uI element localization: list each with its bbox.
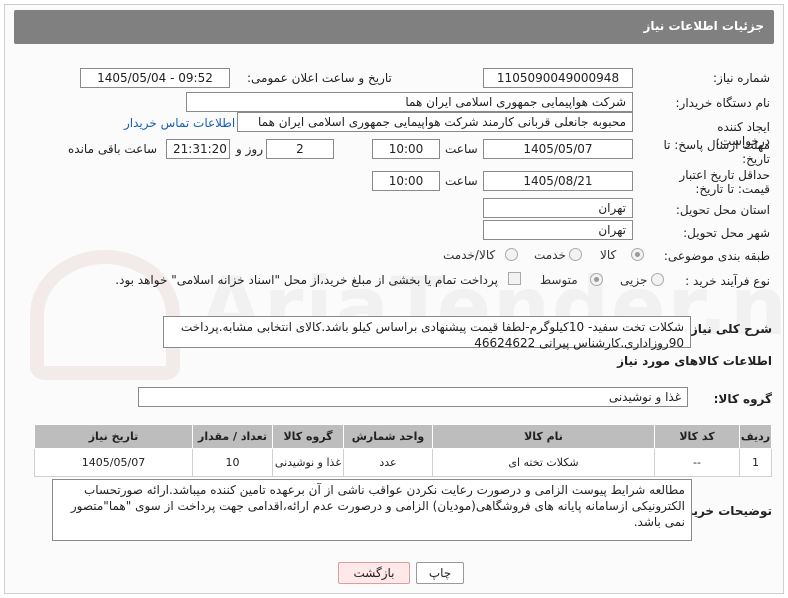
- purchase-radio-minor[interactable]: [651, 273, 664, 286]
- col-row: ردیف: [739, 424, 772, 449]
- remaining-time: 21:31:20: [166, 139, 230, 159]
- page-header: جزئیات اطلاعات نیاز: [14, 10, 774, 44]
- cell-code: --: [654, 448, 740, 477]
- announce-datetime-label: تاریخ و ساعت اعلان عمومی:: [247, 71, 392, 85]
- cell-unit: عدد: [343, 448, 433, 477]
- col-name: نام کالا: [432, 424, 655, 449]
- category-radio-goods-service[interactable]: [505, 248, 518, 261]
- reply-deadline-time-label: ساعت: [445, 142, 478, 156]
- page-title: جزئیات اطلاعات نیاز: [643, 19, 764, 33]
- days-label: روز و: [236, 142, 263, 156]
- goods-group-field: غذا و نوشیدنی: [138, 387, 688, 407]
- category-radio-goods[interactable]: [631, 248, 644, 261]
- need-number-field: 1105090049000948: [483, 68, 633, 88]
- delivery-city-field: تهران: [483, 220, 633, 240]
- buyer-org-field: شرکت هواپیمایی جمهوری اسلامی ایران هما: [186, 92, 633, 112]
- category-option-goods-service: کالا/خدمت: [443, 248, 496, 262]
- purchase-option-minor: جزیی: [620, 273, 648, 287]
- buyer-contact-link[interactable]: اطلاعات تماس خریدار: [124, 116, 235, 130]
- price-validity-time-label: ساعت: [445, 174, 478, 188]
- general-desc-label: شرح کلی نیاز:: [686, 322, 772, 336]
- purchase-type-label: نوع فرآیند خرید :: [685, 274, 770, 288]
- table-row: 1 -- شکلات تخته ای عدد غذا و نوشیدنی 10 …: [34, 448, 772, 477]
- delivery-province-field: تهران: [483, 198, 633, 218]
- need-number-label: شماره نیاز:: [713, 71, 770, 85]
- treasury-payment-note: پرداخت تمام یا بخشی از مبلغ خرید،از محل …: [115, 273, 498, 287]
- delivery-city-label: شهر محل تحویل:: [683, 226, 770, 240]
- cell-qty: 10: [192, 448, 273, 477]
- print-button[interactable]: چاپ: [416, 562, 464, 584]
- watermark-logo: [30, 250, 180, 380]
- cell-row: 1: [739, 448, 772, 477]
- category-option-goods: کالا: [600, 248, 617, 262]
- col-code: کد کالا: [654, 424, 740, 449]
- col-date: تاریخ نیاز: [34, 424, 193, 449]
- col-unit: واحد شمارش: [343, 424, 433, 449]
- price-validity-time: 10:00: [372, 171, 440, 191]
- col-qty: تعداد / مقدار: [192, 424, 273, 449]
- delivery-province-label: استان محل تحویل:: [675, 203, 770, 217]
- reply-deadline-days: 2: [266, 139, 334, 159]
- cell-group: غذا و نوشیدنی: [272, 448, 344, 477]
- goods-group-label: گروه کالا:: [713, 392, 772, 406]
- goods-table: ردیف کد کالا نام کالا واحد شمارش گروه کا…: [34, 424, 772, 477]
- buyer-org-label: نام دستگاه خریدار:: [675, 96, 771, 110]
- col-group: گروه کالا: [272, 424, 344, 449]
- category-radio-service[interactable]: [569, 248, 582, 261]
- goods-table-header: ردیف کد کالا نام کالا واحد شمارش گروه کا…: [34, 424, 772, 449]
- general-desc-text[interactable]: شکلات تخت سفید- 10کیلوگرم-لطفا قیمت پیشن…: [163, 316, 691, 350]
- purchase-radio-medium[interactable]: [590, 273, 603, 286]
- treasury-payment-checkbox[interactable]: [508, 272, 521, 285]
- category-option-service: خدمت: [534, 248, 566, 262]
- reply-deadline-time: 10:00: [372, 139, 440, 159]
- announce-datetime-field: 1405/05/04 - 09:52: [80, 68, 230, 88]
- category-label: طبقه بندی موضوعی:: [663, 249, 770, 263]
- remaining-time-label: ساعت باقی مانده: [68, 142, 158, 156]
- purchase-option-medium: متوسط: [540, 273, 578, 287]
- price-validity-date: 1405/08/21: [483, 171, 633, 191]
- cell-name: شکلات تخته ای: [432, 448, 655, 477]
- buyer-notes-text[interactable]: مطالعه شرایط پیوست الزامی و درصورت رعایت…: [52, 479, 692, 541]
- reply-deadline-label: مهلت ارسال پاسخ: تا تاریخ:: [663, 138, 770, 166]
- cell-date: 1405/05/07: [34, 448, 193, 477]
- price-validity-label: حداقل تاریخ اعتبار قیمت: تا تاریخ:: [679, 168, 770, 196]
- reply-deadline-date: 1405/05/07: [483, 139, 633, 159]
- back-button[interactable]: بازگشت: [338, 562, 410, 584]
- requester-field: محبوبه جانعلی قربانی کارمند شرکت هواپیما…: [237, 112, 633, 132]
- goods-info-title: اطلاعات کالاهای مورد نیاز: [617, 354, 772, 368]
